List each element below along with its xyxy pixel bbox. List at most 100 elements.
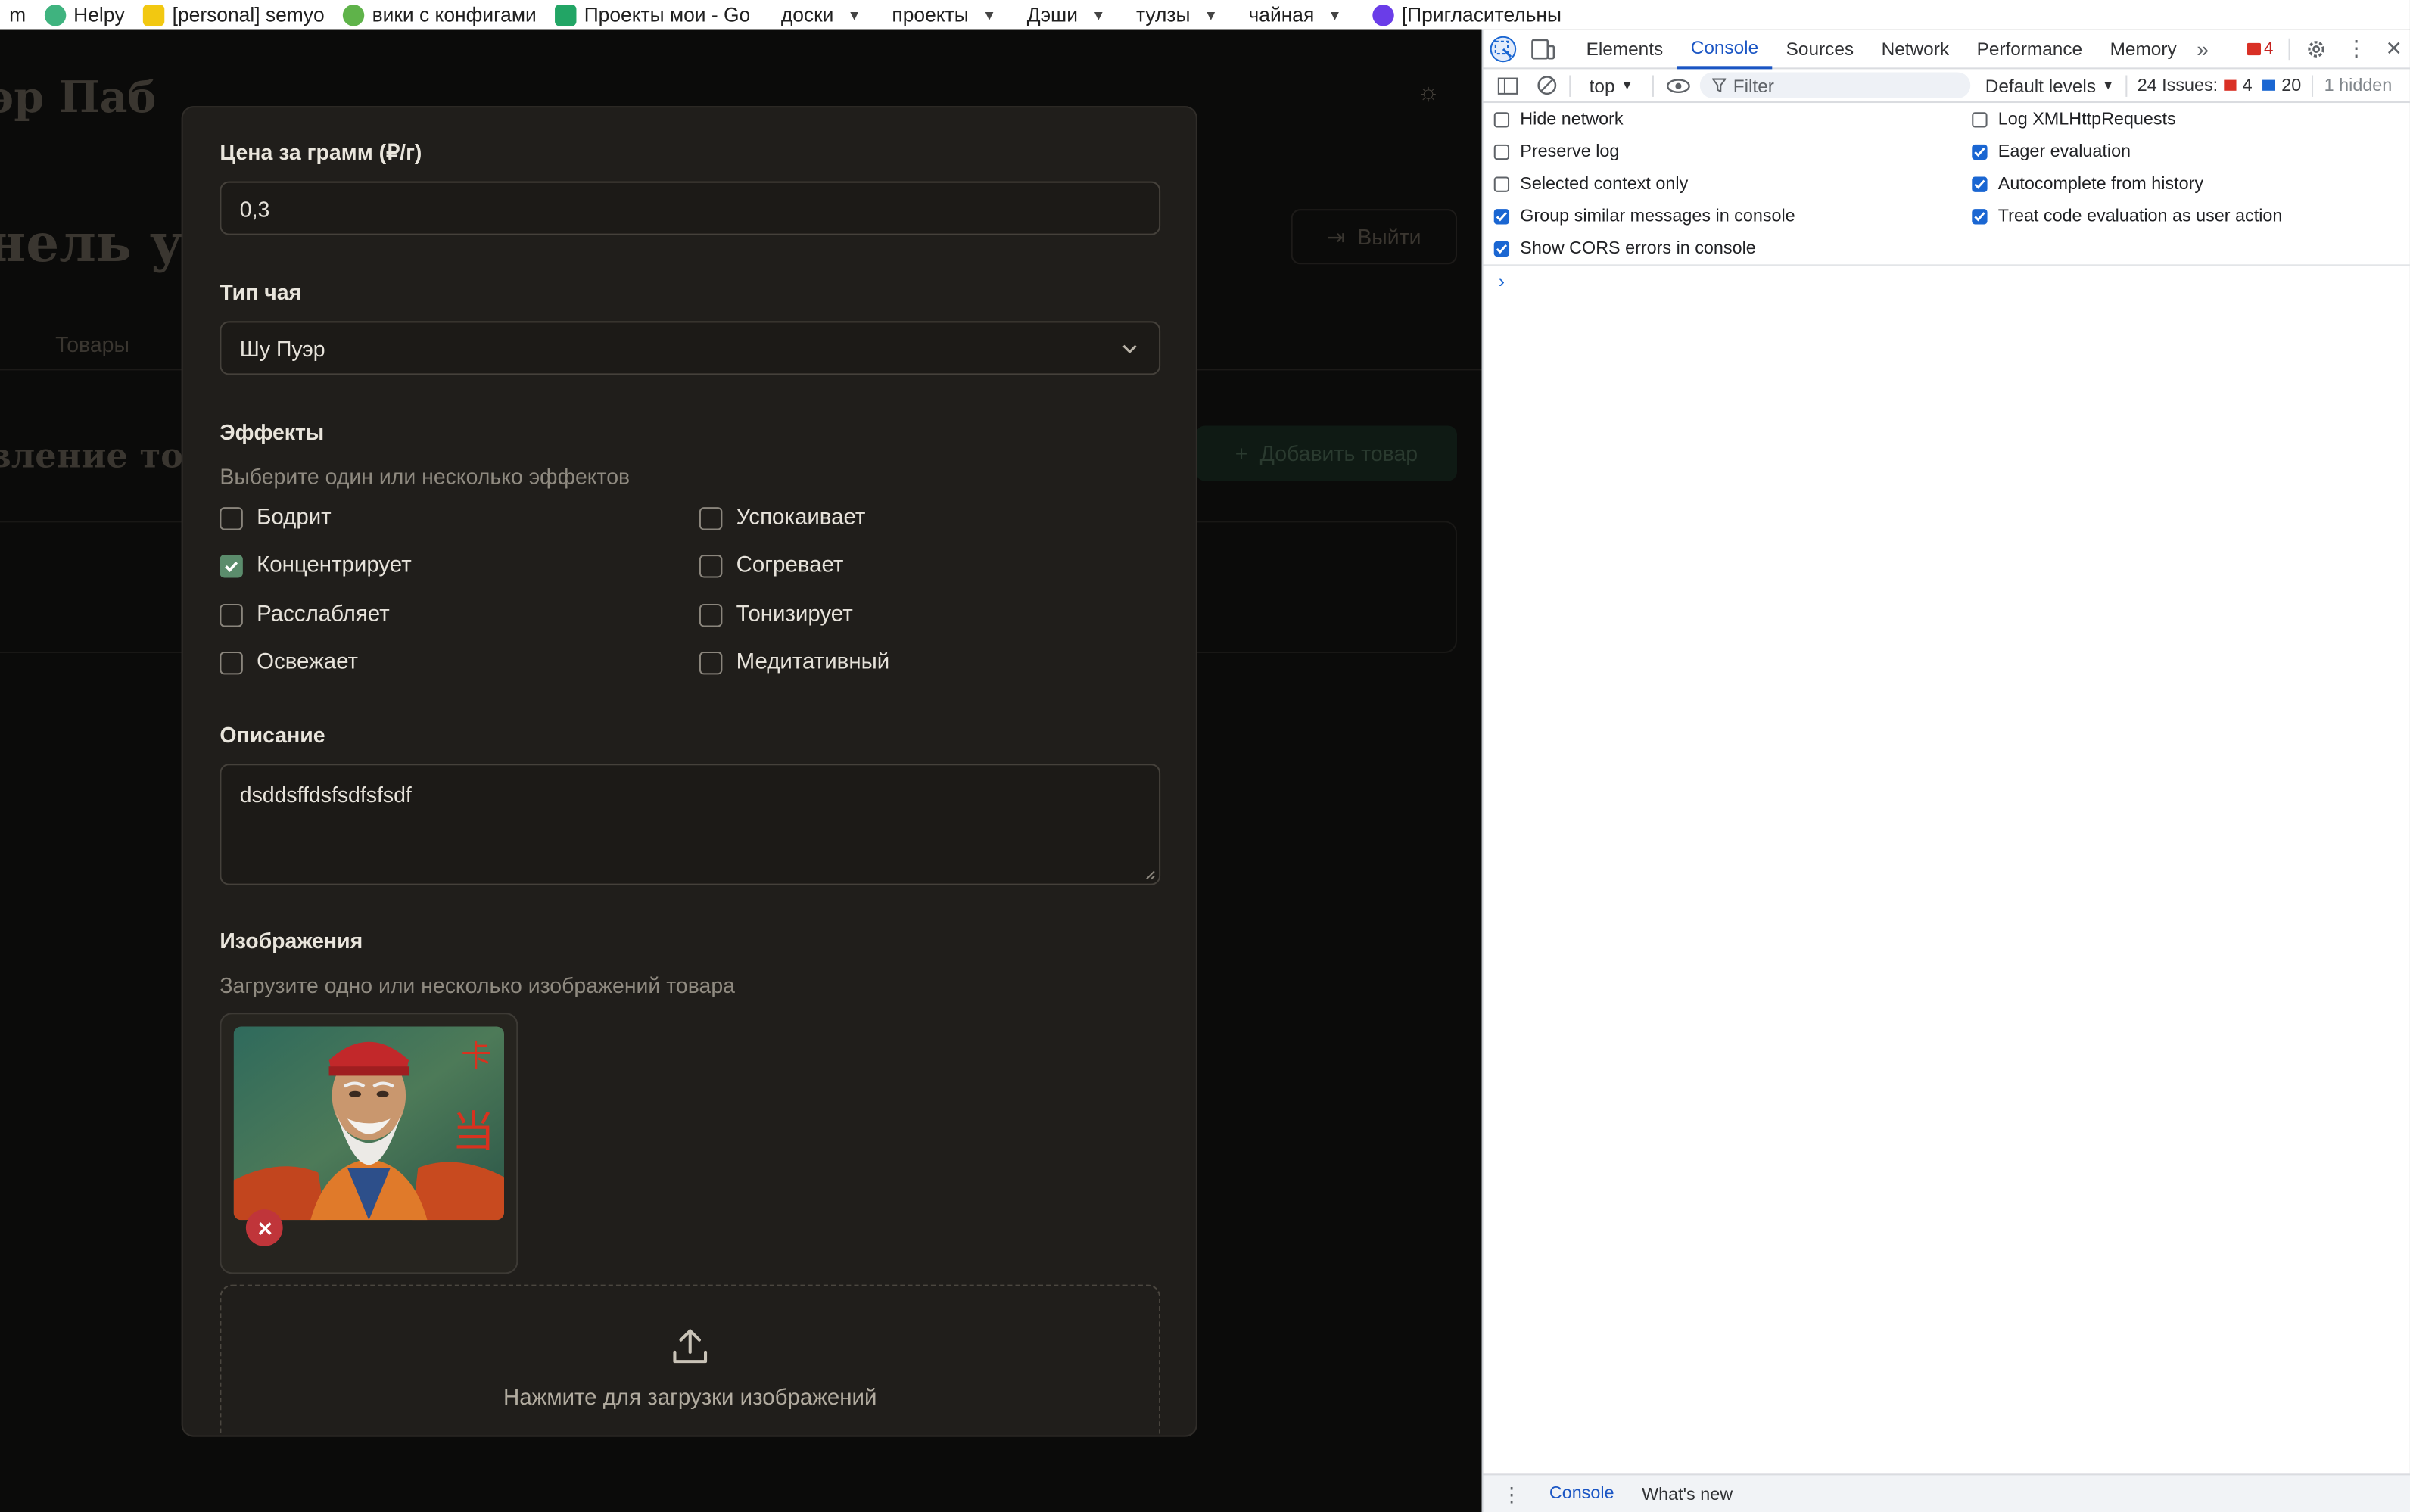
devtools-panel: Elements Console Sources Network Perform… <box>1481 29 2410 1512</box>
option-log-xhr[interactable]: Log XMLHttpRequests <box>1972 110 2176 129</box>
option-label: Treat code evaluation as user action <box>1997 207 2283 226</box>
checkbox[interactable] <box>1972 209 1988 225</box>
checkbox[interactable] <box>1493 209 1510 225</box>
logout-button[interactable]: ⇥ Выйти <box>1291 209 1458 265</box>
bookmark-folder-boards[interactable]: доски ▼ <box>772 0 870 30</box>
checkbox-box[interactable] <box>220 650 243 674</box>
inspect-element-button[interactable] <box>1484 29 1524 69</box>
sidebar-toggle-icon[interactable] <box>1497 76 1518 95</box>
bookmark-folder-projects[interactable]: проекты ▼ <box>883 0 1005 30</box>
checkbox-box[interactable] <box>699 650 723 674</box>
effect-checkbox[interactable]: Согревает <box>699 553 844 578</box>
effect-checkbox[interactable]: Бодрит <box>220 506 332 530</box>
drawer-tab-console[interactable]: Console <box>1535 1474 1628 1512</box>
inspect-icon <box>1490 35 1517 62</box>
bookmark-projects-sheet[interactable]: Проекты мои - Go <box>546 0 759 30</box>
checkbox-box[interactable] <box>220 554 243 577</box>
checkbox[interactable] <box>1972 112 1988 128</box>
effect-checkbox[interactable]: Успокаивает <box>699 506 865 530</box>
option-label: Hide network <box>1520 110 1624 129</box>
tab-elements[interactable]: Elements <box>1572 29 1677 69</box>
checkbox[interactable] <box>1493 112 1510 128</box>
checkbox-box[interactable] <box>220 603 243 627</box>
tab-performance[interactable]: Performance <box>1963 29 2096 69</box>
bookmark-invites[interactable]: [Пригласительны <box>1363 0 1571 30</box>
error-counter[interactable]: 4 <box>2247 39 2274 58</box>
tab-products[interactable]: Товары <box>55 332 129 356</box>
effect-checkbox[interactable]: Тонизирует <box>699 602 853 627</box>
image-upload-dropzone[interactable]: Нажмите для загрузки изображений <box>220 1284 1161 1436</box>
resize-handle-icon[interactable] <box>1145 870 1156 880</box>
bookmark-folder-tools[interactable]: тулзы ▼ <box>1127 0 1227 30</box>
checkbox-box[interactable] <box>699 554 723 577</box>
effect-checkbox[interactable]: Медитативный <box>699 650 889 674</box>
option-label: Log XMLHttpRequests <box>1997 110 2176 129</box>
bookmark-folder-dashes[interactable]: Дэши ▼ <box>1018 0 1115 30</box>
effect-label: Концентрирует <box>257 553 412 578</box>
issues-errors-count: 4 <box>2242 76 2253 95</box>
device-toolbar-button[interactable] <box>1523 29 1563 69</box>
effect-label: Тонизирует <box>736 602 853 627</box>
theme-toggle-icon[interactable]: ☼ <box>1417 80 1440 108</box>
effect-checkbox[interactable]: Концентрирует <box>220 553 412 578</box>
log-levels-value: Default levels <box>1985 74 2097 96</box>
bookmark-personal[interactable]: [personal] semyo <box>134 0 334 30</box>
option-label: Group similar messages in console <box>1520 207 1795 226</box>
tab-console[interactable]: Console <box>1677 29 1773 69</box>
effect-checkbox[interactable]: Расслабляет <box>220 602 390 627</box>
checkbox[interactable] <box>1493 176 1510 192</box>
bookmark-folder-tea[interactable]: чайная ▼ <box>1239 0 1351 30</box>
price-input[interactable]: 0,3 <box>220 181 1161 235</box>
checkbox-box[interactable] <box>220 506 243 530</box>
effect-label: Успокаивает <box>736 506 866 530</box>
checkbox[interactable] <box>1972 176 1988 192</box>
add-product-button[interactable]: + Добавить товар <box>1195 425 1458 481</box>
option-hide-network[interactable]: Hide network <box>1493 110 1624 129</box>
description-textarea[interactable]: dsddsffdsfsdfsfsdf <box>220 764 1161 885</box>
checkbox[interactable] <box>1493 241 1510 257</box>
drawer-tab-whats-new[interactable]: What's new <box>1628 1474 1747 1512</box>
option-selected-context[interactable]: Selected context only <box>1493 175 1688 194</box>
option-treat-user-action[interactable]: Treat code evaluation as user action <box>1972 207 2282 226</box>
issues-info-count: 20 <box>2281 76 2302 95</box>
live-expression-eye-icon[interactable] <box>1665 78 1690 93</box>
checkbox-box[interactable] <box>699 603 723 627</box>
effect-checkbox[interactable]: Освежает <box>220 650 358 674</box>
console-prompt-chevron-icon[interactable]: › <box>1499 270 1505 291</box>
drawer-menu-icon[interactable]: ⋮ <box>1484 1482 1536 1507</box>
checkbox[interactable] <box>1493 144 1510 160</box>
option-group-similar[interactable]: Group similar messages in console <box>1493 207 1795 226</box>
chevron-down-icon <box>1122 344 1137 353</box>
console-settings: Hide network Log XMLHttpRequests Preserv… <box>1483 103 2410 266</box>
checkbox-box[interactable] <box>699 506 723 530</box>
chevron-down-icon: ▼ <box>1091 7 1106 23</box>
error-count: 4 <box>2264 39 2274 58</box>
tab-sources[interactable]: Sources <box>1772 29 1867 69</box>
invite-icon <box>1372 4 1394 26</box>
bookmark-helpy[interactable]: Helpy <box>35 0 133 30</box>
issues-counter[interactable]: 24 Issues: 4 20 <box>2138 76 2302 95</box>
option-preserve-log[interactable]: Preserve log <box>1493 143 1619 161</box>
settings-gear-icon[interactable] <box>2306 38 2327 59</box>
clear-console-icon[interactable] <box>1537 75 1557 95</box>
bookmark-wiki[interactable]: вики с конфигами <box>334 0 546 30</box>
checkbox[interactable] <box>1972 144 1988 160</box>
option-cors-errors[interactable]: Show CORS errors in console <box>1493 240 1756 258</box>
devtools-right-controls: 4 ⋮ ✕ <box>2247 36 2410 62</box>
log-levels-dropdown[interactable]: Default levels ▼ <box>1985 74 2115 95</box>
effect-label: Согревает <box>736 553 844 578</box>
option-eager-evaluation[interactable]: Eager evaluation <box>1972 143 2131 161</box>
close-devtools-icon[interactable]: ✕ <box>2386 36 2402 61</box>
kebab-menu-icon[interactable]: ⋮ <box>2346 36 2367 62</box>
console-filter-input[interactable]: Filter <box>1699 72 1970 98</box>
bookmark-label: чайная <box>1248 3 1315 26</box>
tab-network[interactable]: Network <box>1867 29 1963 69</box>
caret-down-icon: ▼ <box>1621 78 1633 92</box>
option-autocomplete[interactable]: Autocomplete from history <box>1972 175 2203 194</box>
bookmark-m[interactable]: m <box>0 0 35 30</box>
more-tabs-icon[interactable]: » <box>2190 29 2215 69</box>
remove-image-button[interactable] <box>245 1209 283 1246</box>
context-selector[interactable]: top ▼ <box>1583 74 1639 95</box>
tab-memory[interactable]: Memory <box>2096 29 2190 69</box>
tea-type-select[interactable]: Шу Пуэр <box>220 321 1161 375</box>
